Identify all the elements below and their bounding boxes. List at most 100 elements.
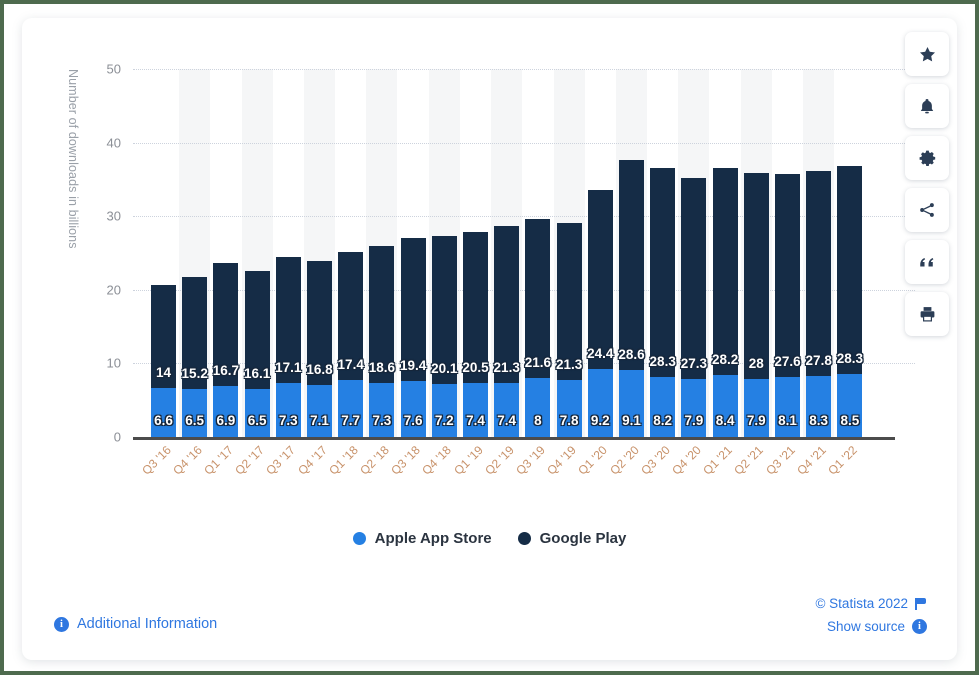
bar-value-label: 8.3 [809,413,829,428]
stacked-bar[interactable]: 16.1 6.5 [244,270,270,437]
bar-segment-google-play[interactable]: 27.3 [681,177,707,379]
bar-segment-apple-app-store[interactable]: 6.6 [151,388,176,437]
bar-segment-apple-app-store[interactable]: 8.4 [712,375,738,437]
bar-segment-apple-app-store[interactable]: 7.6 [400,381,426,437]
bar-segment-google-play[interactable]: 17.4 [337,252,364,381]
legend-item[interactable]: Apple App Store [352,530,492,547]
bar-segment-google-play[interactable]: 21.3 [556,222,582,380]
bar-value-label: 17.4 [337,357,364,373]
share-button[interactable] [905,188,949,232]
bar-segment-apple-app-store[interactable]: 8.1 [775,377,800,437]
bar-segment-apple-app-store[interactable]: 8.5 [837,374,863,437]
bar-segment-google-play[interactable]: 17.1 [275,257,301,384]
flag-icon[interactable] [915,597,927,610]
x-axis-line [133,437,895,440]
bar-segment-apple-app-store[interactable]: 7.4 [463,382,488,437]
bar-segment-apple-app-store[interactable]: 7.8 [556,379,582,437]
favorite-button[interactable] [905,32,949,76]
stacked-bar[interactable]: 27.3 7.9 [681,177,707,437]
bar-segment-apple-app-store[interactable]: 8.2 [650,376,676,437]
stacked-bar[interactable]: 27.6 8.1 [774,174,801,437]
y-tick-label: 50 [106,61,121,77]
bar-segment-google-play[interactable]: 21.3 [494,225,520,383]
stacked-bar[interactable]: 28 7.9 [743,172,769,437]
share-icon [918,201,936,219]
bar-segment-google-play[interactable]: 16.7 [213,263,239,387]
bar-segment-google-play[interactable]: 20.5 [462,231,489,383]
bar-segment-apple-app-store[interactable]: 8 [525,378,551,437]
legend-item[interactable]: Google Play [517,530,626,547]
bar-value-label: 7.9 [746,413,766,428]
bar-segment-google-play[interactable]: 16.1 [244,270,270,390]
bar-segment-apple-app-store[interactable]: 9.1 [619,370,644,437]
bar-segment-apple-app-store[interactable]: 7.3 [275,383,301,437]
show-source-link[interactable]: Show source i [815,619,927,634]
bar-value-label: 9.2 [590,413,610,428]
bar-segment-apple-app-store[interactable]: 9.2 [587,369,613,437]
stacked-bar[interactable]: 20.5 7.4 [462,231,489,437]
stacked-bar[interactable]: 27.8 8.3 [806,171,832,437]
bar-segment-apple-app-store[interactable]: 6.5 [182,389,208,437]
bar-segment-google-play[interactable]: 19.4 [400,238,426,382]
print-button[interactable] [905,292,949,336]
settings-button[interactable] [905,136,949,180]
bar-segment-apple-app-store[interactable]: 7.1 [307,384,332,437]
bar-value-label: 6.9 [216,413,236,428]
bar-segment-apple-app-store[interactable]: 7.2 [431,384,457,437]
bar-segment-google-play[interactable]: 27.8 [806,171,832,376]
stacked-bar[interactable]: 16.7 6.9 [213,263,239,437]
bar-segment-google-play[interactable]: 16.8 [306,261,333,385]
stacked-bar[interactable]: 28.2 8.4 [711,167,739,437]
y-tick-label: 10 [106,355,121,371]
stacked-bar[interactable]: 20.1 7.2 [431,236,457,437]
cite-button[interactable] [905,240,949,284]
bar-value-label: 7.7 [341,413,361,428]
bar-value-label: 14 [155,365,172,381]
additional-information-link[interactable]: i Additional Information [54,616,217,632]
legend-color-dot [352,532,366,545]
bar-segment-google-play[interactable]: 15.2 [182,277,208,390]
bar-segment-google-play[interactable]: 28.3 [837,166,863,375]
bar-segment-apple-app-store[interactable]: 6.9 [213,386,239,437]
bar-value-label: 7.3 [372,413,392,428]
bar-segment-apple-app-store[interactable]: 8.3 [806,375,832,437]
stacked-bar[interactable]: 14 6.6 [151,285,176,437]
stacked-bar[interactable]: 17.4 7.7 [337,252,364,437]
bar-segment-google-play[interactable]: 20.1 [431,236,457,385]
bar-segment-google-play[interactable]: 27.6 [774,174,801,378]
bar-segment-google-play[interactable]: 28.3 [650,168,676,377]
bar-segment-google-play[interactable]: 28.2 [711,167,739,376]
bar-segment-google-play[interactable]: 24.4 [587,189,613,370]
bar-segment-apple-app-store[interactable]: 7.7 [338,380,364,437]
copyright-label: © Statista 2022 [815,596,908,611]
stacked-bar[interactable]: 19.4 7.6 [400,238,426,437]
gear-icon [918,149,937,168]
bar-value-label: 7.4 [497,413,517,428]
bar-segment-google-play[interactable]: 14 [151,285,176,389]
stacked-bar[interactable]: 21.3 7.8 [556,222,582,437]
quote-icon [918,254,936,270]
bar-segment-apple-app-store[interactable]: 7.3 [369,383,395,437]
bar-segment-google-play[interactable]: 21.6 [525,219,551,379]
bar-segment-apple-app-store[interactable]: 7.4 [494,382,520,437]
bar-segment-google-play[interactable]: 28.6 [618,159,645,371]
stacked-bar[interactable]: 28.3 8.5 [837,166,863,437]
stacked-bar[interactable]: 28.6 9.1 [618,159,645,437]
stacked-bar[interactable]: 18.6 7.3 [369,246,395,437]
stacked-bar[interactable]: 24.4 9.2 [587,189,613,437]
bar-segment-apple-app-store[interactable]: 6.5 [244,389,270,437]
bar-segment-apple-app-store[interactable]: 7.9 [743,378,769,437]
stacked-bar[interactable]: 21.6 8 [525,219,551,437]
bar-segment-google-play[interactable]: 28 [743,172,769,379]
stacked-bar[interactable]: 16.8 7.1 [306,261,333,437]
bar-value-label: 28.2 [711,352,739,368]
stacked-bar[interactable]: 17.1 7.3 [275,257,301,437]
bar-segment-apple-app-store[interactable]: 7.9 [681,378,707,437]
bar-value-label: 6.6 [154,413,173,428]
copyright-row: © Statista 2022 [815,596,927,611]
stacked-bar[interactable]: 21.3 7.4 [494,225,520,437]
stacked-bar[interactable]: 28.3 8.2 [650,168,676,437]
notify-button[interactable] [905,84,949,128]
bar-segment-google-play[interactable]: 18.6 [369,246,395,384]
stacked-bar[interactable]: 15.2 6.5 [182,277,208,437]
